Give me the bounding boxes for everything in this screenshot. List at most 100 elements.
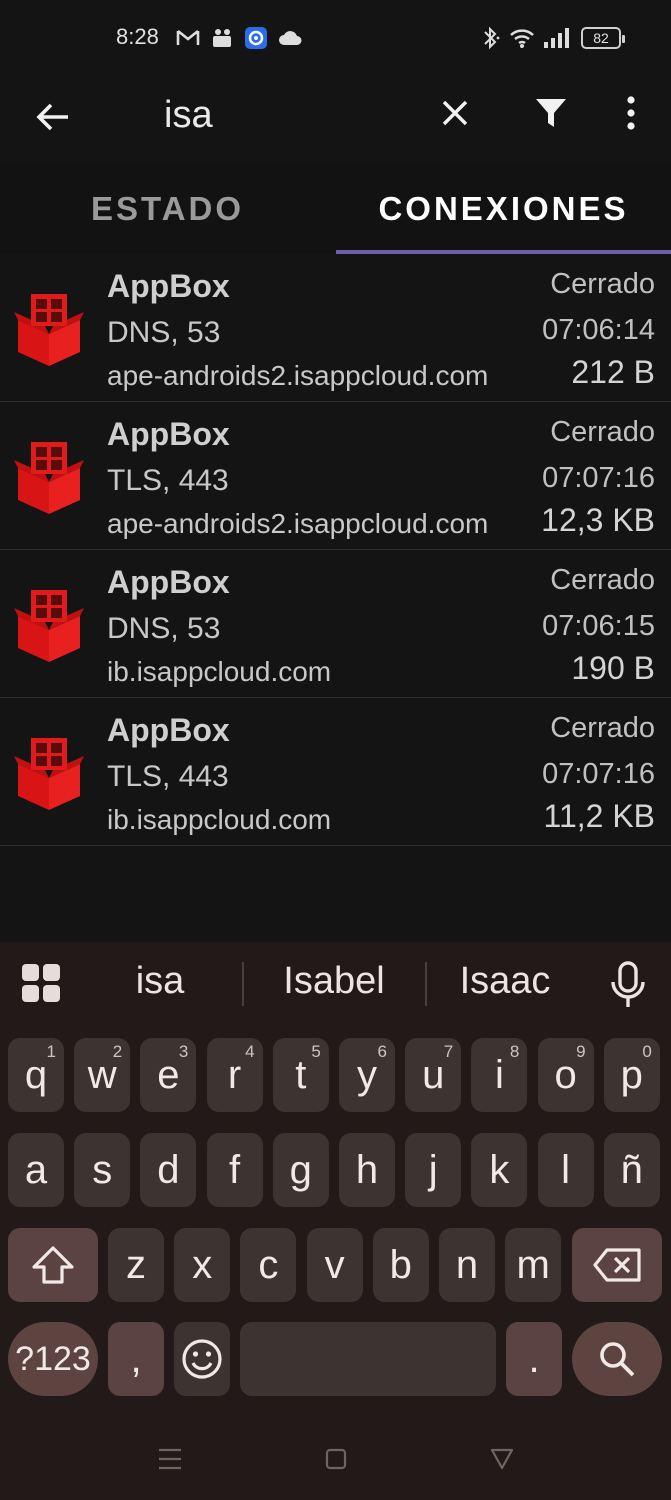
connection-app-name: AppBox bbox=[107, 712, 230, 748]
key-e[interactable]: e3 bbox=[140, 1038, 197, 1112]
app-bar: isa bbox=[0, 76, 671, 164]
appbox-icon bbox=[14, 738, 84, 810]
key-z[interactable]: z bbox=[108, 1228, 164, 1302]
connection-row[interactable]: AppBox TLS, 443 ib.isappcloud.com Cerrad… bbox=[0, 698, 671, 846]
tab-estado[interactable]: ESTADO bbox=[0, 164, 335, 254]
signal-icon bbox=[544, 28, 569, 48]
key-hint: 3 bbox=[178, 1042, 189, 1061]
key-w[interactable]: w2 bbox=[74, 1038, 131, 1112]
key-t[interactable]: t5 bbox=[272, 1038, 329, 1112]
key-q[interactable]: q1 bbox=[8, 1038, 64, 1112]
keyboard-menu-icon[interactable] bbox=[22, 964, 62, 1004]
connection-host: ape-androids2.isappcloud.com bbox=[107, 508, 489, 539]
comma-key[interactable]: , bbox=[108, 1322, 164, 1396]
filter-button[interactable] bbox=[528, 90, 574, 136]
key-f[interactable]: f bbox=[206, 1133, 263, 1207]
connection-protocol: TLS, 443 bbox=[107, 464, 229, 497]
key-b[interactable]: b bbox=[372, 1228, 429, 1302]
key-label: p bbox=[620, 1052, 643, 1097]
suggestion-3[interactable]: Isaac bbox=[440, 960, 570, 1003]
key-i[interactable]: i8 bbox=[471, 1038, 528, 1112]
microphone-icon[interactable] bbox=[606, 960, 650, 1010]
back-button[interactable] bbox=[30, 94, 76, 140]
space-key[interactable] bbox=[240, 1322, 496, 1396]
tab-conexiones[interactable]: CONEXIONES bbox=[336, 164, 671, 254]
key-hint: 6 bbox=[377, 1042, 387, 1061]
connection-app-name: AppBox bbox=[107, 416, 230, 452]
battery-indicator: 82 bbox=[581, 27, 625, 49]
connection-list: AppBox DNS, 53 ape-androids2.isappcloud.… bbox=[0, 254, 671, 846]
connection-row[interactable]: AppBox DNS, 53 ib.isappcloud.com Cerrado… bbox=[0, 550, 671, 698]
key-label: q bbox=[24, 1052, 48, 1097]
key-c[interactable]: c bbox=[240, 1228, 297, 1302]
key-x[interactable]: x bbox=[174, 1228, 231, 1302]
more-options-button[interactable] bbox=[608, 90, 654, 136]
key-r[interactable]: r4 bbox=[206, 1038, 263, 1112]
connection-size: 12,3 KB bbox=[541, 502, 655, 538]
key-label: t bbox=[295, 1052, 307, 1097]
connection-app-name: AppBox bbox=[107, 564, 230, 600]
status-bar: 8:28 82 bbox=[0, 0, 671, 76]
key-hint: 8 bbox=[509, 1042, 520, 1061]
connection-time: 07:07:16 bbox=[542, 462, 655, 494]
connection-status: Cerrado bbox=[550, 564, 655, 596]
emoji-icon bbox=[182, 1339, 222, 1379]
key-v[interactable]: v bbox=[306, 1228, 363, 1302]
key-l[interactable]: l bbox=[537, 1133, 594, 1207]
appbox-icon bbox=[14, 294, 84, 366]
appbox-icon bbox=[14, 590, 84, 662]
clear-search-button[interactable] bbox=[432, 90, 478, 136]
connection-status: Cerrado bbox=[550, 268, 655, 300]
symbols-key[interactable]: ?123 bbox=[8, 1322, 98, 1396]
notification-icons bbox=[176, 26, 302, 50]
soft-keyboard: isa Isabel Isaac q1w2e3r4t5y6u7i8o9p0 as… bbox=[0, 942, 671, 1500]
recents-menu-icon[interactable] bbox=[158, 1448, 182, 1470]
connection-host: ape-androids2.isappcloud.com bbox=[107, 360, 489, 391]
connection-protocol: TLS, 443 bbox=[107, 760, 229, 793]
key-u[interactable]: u7 bbox=[405, 1038, 462, 1112]
key-g[interactable]: g bbox=[272, 1133, 329, 1207]
key-hint: 7 bbox=[443, 1042, 454, 1061]
key-label: e bbox=[157, 1052, 180, 1097]
status-time: 8:28 bbox=[116, 24, 159, 49]
emoji-key[interactable] bbox=[174, 1322, 230, 1396]
shift-key[interactable] bbox=[8, 1228, 98, 1302]
backspace-key[interactable] bbox=[572, 1228, 662, 1302]
connection-status: Cerrado bbox=[550, 416, 655, 448]
connection-protocol: DNS, 53 bbox=[107, 316, 221, 349]
key-ñ[interactable]: ñ bbox=[603, 1133, 660, 1207]
key-k[interactable]: k bbox=[471, 1133, 528, 1207]
suggestion-1[interactable]: isa bbox=[100, 960, 220, 1003]
key-hint: 9 bbox=[576, 1042, 586, 1061]
tab-bar: ESTADO CONEXIONES bbox=[0, 164, 671, 254]
key-hint: 4 bbox=[245, 1042, 255, 1061]
key-hint: 0 bbox=[642, 1042, 652, 1061]
key-m[interactable]: m bbox=[505, 1228, 562, 1302]
key-s[interactable]: s bbox=[74, 1133, 131, 1207]
key-label: o bbox=[554, 1052, 577, 1097]
search-input[interactable]: isa bbox=[164, 94, 213, 137]
suggestion-bar: isa Isabel Isaac bbox=[0, 942, 671, 1028]
key-n[interactable]: n bbox=[439, 1228, 495, 1302]
cloud-icon bbox=[279, 31, 302, 45]
search-key[interactable] bbox=[572, 1322, 662, 1396]
period-key[interactable]: . bbox=[506, 1322, 562, 1396]
teams-icon bbox=[213, 29, 231, 47]
back-triangle-icon[interactable] bbox=[490, 1448, 514, 1470]
key-o[interactable]: o9 bbox=[537, 1038, 594, 1112]
connection-time: 07:07:16 bbox=[542, 758, 655, 790]
connection-host: ib.isappcloud.com bbox=[107, 804, 332, 835]
connection-row[interactable]: AppBox TLS, 443 ape-androids2.isappcloud… bbox=[0, 402, 671, 550]
key-a[interactable]: a bbox=[8, 1133, 64, 1207]
bluetooth-icon bbox=[484, 26, 500, 50]
key-h[interactable]: h bbox=[339, 1133, 395, 1207]
key-j[interactable]: j bbox=[405, 1133, 462, 1207]
key-d[interactable]: d bbox=[140, 1133, 197, 1207]
more-vert-icon bbox=[627, 96, 635, 130]
filter-icon bbox=[536, 99, 566, 127]
suggestion-2[interactable]: Isabel bbox=[256, 960, 412, 1003]
key-y[interactable]: y6 bbox=[339, 1038, 395, 1112]
key-p[interactable]: p0 bbox=[603, 1038, 660, 1112]
home-button-icon[interactable] bbox=[325, 1448, 347, 1470]
connection-row[interactable]: AppBox DNS, 53 ape-androids2.isappcloud.… bbox=[0, 254, 671, 402]
